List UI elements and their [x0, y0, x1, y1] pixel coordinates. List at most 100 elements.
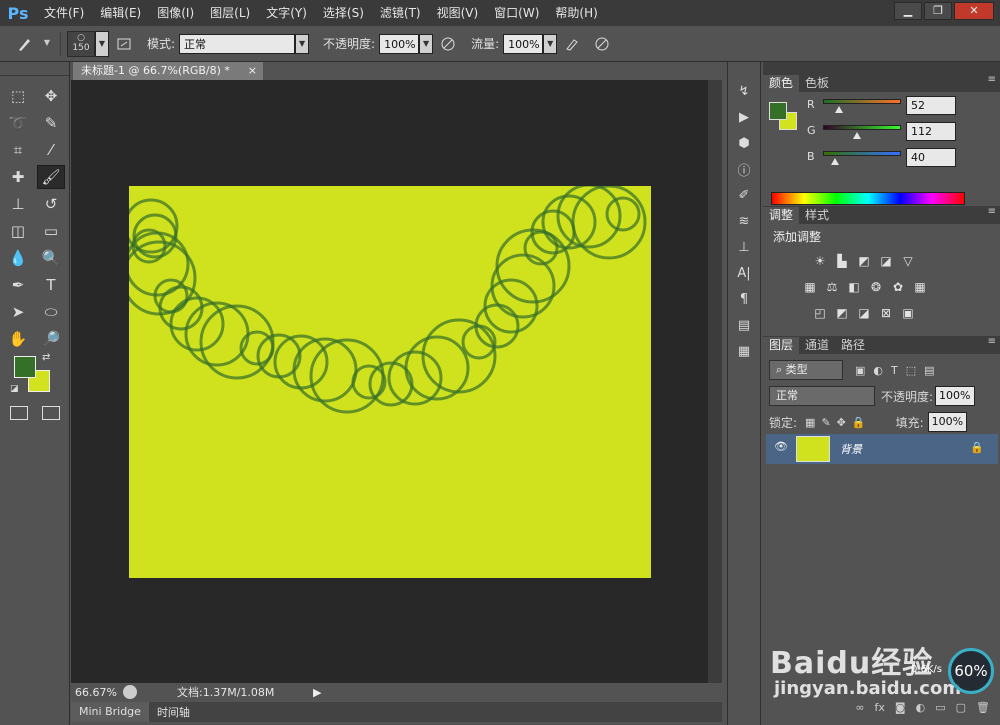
document-tab[interactable]: 未标题-1 @ 66.7%(RGB/8) * × — [73, 62, 263, 80]
zoom-level[interactable]: 66.67% — [75, 686, 123, 699]
crop-tool-icon[interactable]: ⌗ — [4, 138, 32, 162]
move-tool-icon[interactable]: ✥ — [37, 84, 65, 108]
red-slider-track[interactable] — [823, 99, 901, 104]
exposure-icon[interactable]: ◪ — [877, 252, 895, 270]
mode-select[interactable]: 正常 — [179, 33, 296, 54]
tab-timeline[interactable]: 时间轴 — [149, 704, 198, 720]
opacity-dropdown[interactable]: ▼ — [419, 33, 434, 54]
clone-source-icon[interactable]: ⊥ — [732, 236, 756, 258]
canvas-area[interactable] — [71, 80, 708, 683]
brush-presets-icon[interactable]: ✐ — [732, 184, 756, 206]
dodge-tool-icon[interactable]: 🔍 — [37, 246, 65, 270]
color-balance-icon[interactable]: ⚖ — [823, 278, 841, 296]
tab-styles[interactable]: 样式 — [799, 207, 835, 224]
tab-adjustments[interactable]: 调整 — [763, 207, 800, 224]
minimize-button[interactable]: ▁ — [894, 2, 922, 20]
pressure-opacity-icon[interactable] — [437, 33, 459, 55]
mode-dropdown[interactable]: ▼ — [295, 33, 310, 54]
channel-mixer-icon[interactable]: ✿ — [889, 278, 907, 296]
filter-smart-icon[interactable]: ▤ — [924, 364, 934, 377]
gradient-map-icon[interactable]: ▣ — [899, 304, 917, 322]
character-panel-icon[interactable]: A| — [732, 262, 756, 284]
screen-mode-icon[interactable] — [42, 406, 60, 420]
panel-menu-icon[interactable]: ≡ — [988, 336, 996, 347]
status-info-icon[interactable] — [123, 685, 137, 699]
menu-layer[interactable]: 图层(L) — [202, 0, 258, 26]
layer-opacity-input[interactable]: 100% — [935, 386, 975, 406]
menu-file[interactable]: 文件(F) — [36, 0, 92, 26]
info-panel-icon[interactable]: ⓘ — [732, 158, 756, 180]
brush-size-picker[interactable]: ○ 150 — [67, 30, 95, 57]
flow-input[interactable]: 100% — [503, 33, 544, 54]
default-colors-icon[interactable]: ◪ — [10, 384, 19, 394]
brush-preset-dropdown[interactable]: ▼ — [40, 33, 54, 54]
clone-stamp-tool-icon[interactable]: ⊥ — [4, 192, 32, 216]
blue-value-input[interactable]: 40 — [906, 148, 956, 167]
tab-layers[interactable]: 图层 — [763, 337, 800, 354]
layer-comps-icon[interactable]: ▤ — [732, 314, 756, 336]
blue-slider-track[interactable] — [823, 151, 901, 156]
filter-pixel-icon[interactable]: ▣ — [855, 364, 865, 377]
lasso-tool-icon[interactable]: ➰ — [4, 111, 32, 135]
visibility-eye-icon[interactable]: 👁 — [774, 440, 788, 453]
tab-channels[interactable]: 通道 — [799, 337, 835, 354]
status-menu-arrow-icon[interactable]: ▶ — [313, 686, 321, 699]
history-panel-icon[interactable]: ↯ — [732, 80, 756, 102]
menu-window[interactable]: 窗口(W) — [486, 0, 547, 26]
menu-filter[interactable]: 滤镜(T) — [372, 0, 429, 26]
foreground-color-swatch[interactable] — [14, 356, 36, 378]
panels-grip[interactable] — [763, 62, 1000, 74]
marquee-tool-icon[interactable]: ⬚ — [4, 84, 32, 108]
zoom-tool-icon[interactable]: 🔎 — [37, 327, 65, 351]
tab-color[interactable]: 颜色 — [763, 75, 800, 92]
color-spectrum-bar[interactable] — [771, 192, 965, 205]
layer-filter-select[interactable]: ⌕ 类型 — [769, 360, 843, 380]
healing-brush-tool-icon[interactable]: ✚ — [4, 165, 32, 189]
color-lookup-icon[interactable]: ▦ — [911, 278, 929, 296]
blur-tool-icon[interactable]: 💧 — [4, 246, 32, 270]
pen-tool-icon[interactable]: ✒ — [4, 273, 32, 297]
tab-mini-bridge[interactable]: Mini Bridge — [71, 702, 149, 722]
brush-size-dropdown[interactable]: ▼ — [95, 30, 109, 57]
lock-position-icon[interactable]: ✥ — [837, 416, 846, 429]
photo-filter-icon[interactable]: ❂ — [867, 278, 885, 296]
fill-input[interactable]: 100% — [927, 412, 968, 432]
actions-panel-icon[interactable]: ▶ — [732, 106, 756, 128]
close-button[interactable]: ✕ — [954, 2, 994, 20]
brightness-contrast-icon[interactable]: ☀ — [811, 252, 829, 270]
ellipse-tool-icon[interactable]: ⬭ — [37, 300, 65, 324]
vibrance-icon[interactable]: ▽ — [899, 252, 917, 270]
green-slider-thumb[interactable] — [853, 132, 861, 139]
opacity-input[interactable]: 100% — [379, 33, 420, 54]
history-brush-tool-icon[interactable]: ↺ — [37, 192, 65, 216]
hue-saturation-icon[interactable]: ▦ — [801, 278, 819, 296]
airbrush-icon[interactable] — [561, 33, 583, 55]
tab-swatches[interactable]: 色板 — [799, 75, 835, 92]
menu-edit[interactable]: 编辑(E) — [92, 0, 149, 26]
type-tool-icon[interactable]: T — [37, 273, 65, 297]
swap-colors-icon[interactable]: ⇄ — [42, 352, 50, 363]
pressure-size-icon[interactable] — [591, 33, 613, 55]
filter-type-icon[interactable]: T — [891, 364, 898, 377]
panel-menu-icon[interactable]: ≡ — [988, 74, 996, 85]
menu-type[interactable]: 文字(Y) — [258, 0, 315, 26]
levels-icon[interactable]: ▙ — [833, 252, 851, 270]
eyedropper-tool-icon[interactable]: ⁄ — [37, 138, 65, 162]
blue-slider-thumb[interactable] — [831, 158, 839, 165]
filter-adjustment-icon[interactable]: ◐ — [873, 364, 883, 377]
green-slider-track[interactable] — [823, 125, 901, 130]
notes-panel-icon[interactable]: ▦ — [732, 340, 756, 362]
red-value-input[interactable]: 52 — [906, 96, 956, 115]
menu-image[interactable]: 图像(I) — [149, 0, 202, 26]
document-canvas[interactable] — [129, 186, 651, 578]
posterize-icon[interactable]: ◩ — [833, 304, 851, 322]
panel-menu-icon[interactable]: ≡ — [988, 206, 996, 217]
menu-view[interactable]: 视图(V) — [429, 0, 487, 26]
selective-color-icon[interactable]: ⊠ — [877, 304, 895, 322]
restore-button[interactable]: ❐ — [924, 2, 952, 20]
path-select-tool-icon[interactable]: ➤ — [4, 300, 32, 324]
close-document-icon[interactable]: × — [248, 62, 257, 80]
toolbar-grip[interactable] — [0, 62, 69, 76]
flow-dropdown[interactable]: ▼ — [543, 33, 558, 54]
black-white-icon[interactable]: ◧ — [845, 278, 863, 296]
